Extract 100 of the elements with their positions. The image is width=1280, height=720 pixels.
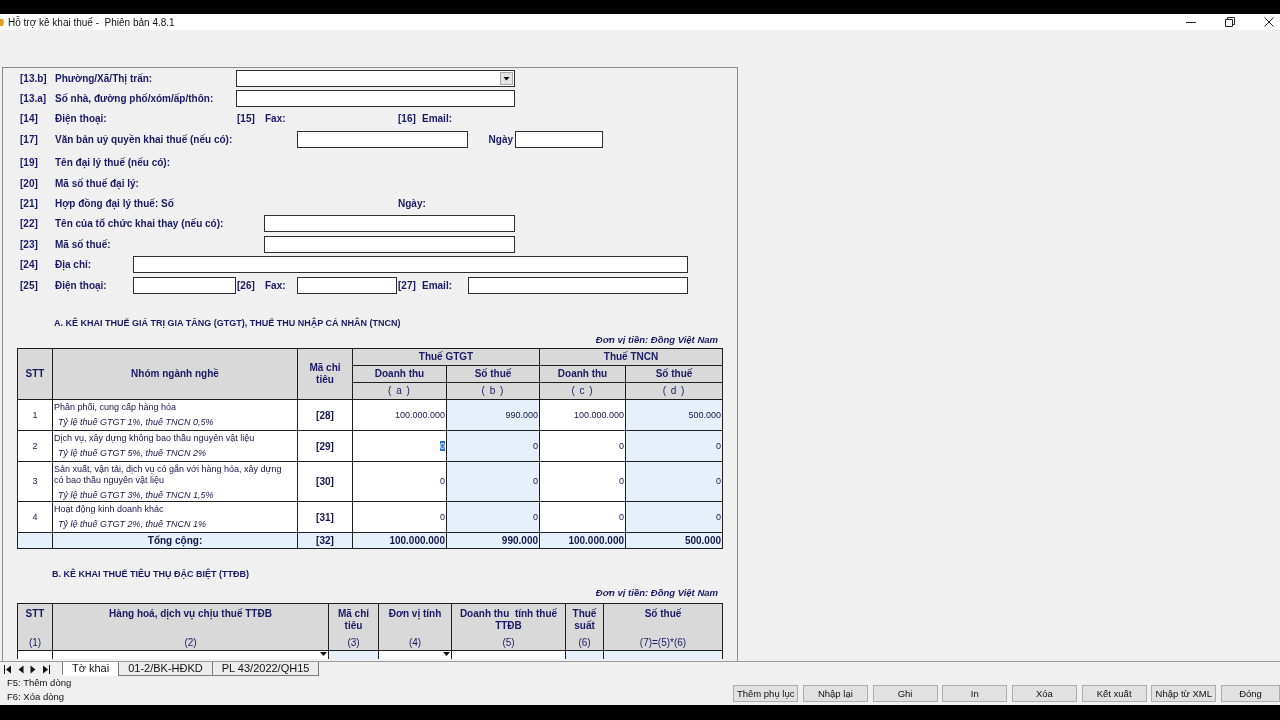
action-button[interactable]: Đóng [1221, 685, 1280, 702]
input-field[interactable] [515, 130, 603, 148]
table-cell[interactable] [17, 650, 53, 659]
sheet-tab[interactable]: Tờ khai [62, 662, 120, 676]
action-button[interactable]: Nhập lại [802, 685, 868, 702]
input-field[interactable] [468, 276, 688, 294]
header-label: Số thuế [644, 607, 682, 620]
field-label: Số nhà, đường phố/xóm/ấp/thôn: [54, 92, 214, 106]
field-number: [24] [19, 258, 38, 272]
currency-unit: Đơn vị tiền: Đồng Việt Nam [595, 334, 718, 347]
field-label: Văn bản uỷ quyền khai thuế (nếu có): [54, 132, 233, 146]
field-label: Địa chỉ: [54, 258, 92, 272]
app-icon [0, 18, 4, 26]
field-number: [23] [19, 237, 38, 251]
header-label: Doanh thu tính thuế TTĐB [458, 607, 559, 632]
column-header: Thuế TNCN [539, 348, 723, 366]
column-number: (4) [408, 636, 422, 649]
field-number: [22] [19, 217, 38, 231]
table-cell: 3 [17, 461, 53, 502]
input-field[interactable] [264, 215, 515, 233]
table-cell[interactable]: 990.000 [446, 399, 540, 431]
dropdown-field[interactable] [52, 650, 329, 659]
field-label: Điện thoại: [54, 278, 107, 292]
column-number: (2) [184, 636, 197, 649]
field-number: [13.b] [19, 71, 47, 85]
dropdown-field[interactable] [378, 650, 452, 659]
minimize-icon [1185, 21, 1196, 23]
activity-name: Hoạt động kinh doanh khác [54, 504, 164, 516]
activity-name: Dịch vụ, xây dựng không bao thầu nguyên vật liệu [54, 433, 255, 445]
table-cell[interactable] [603, 650, 723, 659]
shortcut-hint: F5: Thêm dòng [7, 676, 72, 690]
input-field[interactable] [133, 256, 688, 274]
tax-rate-note: Tỷ lệ thuế GTGT 5%, thuế TNCN 2% [58, 448, 207, 460]
section-title: B. KÊ KHAI THUẾ TIÊU THỤ ĐẶC BIỆT (TTĐB) [52, 567, 249, 582]
input-field[interactable] [133, 276, 236, 294]
previous-icon[interactable] [18, 664, 24, 674]
field-label: Mã số thuế: [54, 237, 111, 251]
table-cell[interactable]: 0 [539, 430, 626, 462]
header-label: Hàng hoá, dịch vụ chịu thuế TTĐB [109, 607, 272, 620]
next-icon[interactable] [30, 664, 36, 674]
field-label: Ngày [487, 132, 514, 146]
shortcut-hint: F6: Xóa dòng [7, 690, 66, 704]
table-cell[interactable]: 0 [446, 461, 540, 502]
table-cell[interactable]: 100.000.000 [352, 399, 447, 431]
table-cell[interactable]: 0 [625, 461, 723, 502]
header-label: STT [25, 607, 45, 620]
field-label: Email: [421, 112, 452, 126]
table-cell[interactable]: 0 [352, 430, 447, 462]
table-cell[interactable]: 0 [539, 461, 626, 502]
field-number: [14] [19, 112, 38, 126]
field-label: Fax: [264, 278, 286, 292]
action-button[interactable]: Xóa [1011, 685, 1077, 702]
action-button[interactable]: Thêm phụ lục [733, 685, 799, 702]
dropdown-field[interactable] [236, 69, 515, 87]
column-header: Mã chỉ tiêu [297, 348, 353, 400]
table-cell[interactable]: 500.000 [625, 399, 723, 431]
action-button[interactable]: Kết xuất [1081, 685, 1147, 702]
table-cell: [31] [297, 501, 353, 533]
activity-name: Phân phối, cung cấp hàng hóa [54, 402, 177, 414]
caret-icon[interactable] [500, 71, 513, 85]
table-cell[interactable] [451, 650, 566, 659]
input-field[interactable] [264, 235, 515, 253]
input-field[interactable] [297, 130, 468, 148]
field-label: Email: [421, 278, 452, 292]
table-cell[interactable]: 0 [446, 501, 540, 533]
table-cell[interactable]: 0 [539, 501, 626, 533]
sheet-tab[interactable]: 01-2/BK-HĐKD [118, 662, 213, 676]
table-cell: [30] [297, 461, 353, 502]
table-cell: 1 [17, 399, 53, 431]
input-field[interactable] [297, 276, 397, 294]
field-label: Fax: [264, 112, 286, 126]
field-number: [27] [397, 278, 416, 292]
table-cell: 2 [17, 430, 53, 462]
section-title: A. KÊ KHAI THUẾ GIÁ TRỊ GIA TĂNG (GTGT), THUẾ THU NHẬP CÁ NHÂN (TNCN) [54, 316, 401, 331]
skip-to-start-icon[interactable] [4, 664, 12, 674]
input-field[interactable] [236, 90, 515, 108]
action-button[interactable]: Nhập từ XML [1151, 685, 1217, 702]
action-button[interactable]: Ghi [872, 685, 938, 702]
field-number: [20] [19, 176, 38, 190]
skip-to-end-icon[interactable] [42, 664, 50, 674]
header-label: Thuế suất [571, 607, 598, 632]
field-label: Mã số thuế đại lý: [54, 176, 139, 190]
tax-rate-note: Tỷ lệ thuế GTGT 3%, thuế TNCN 1,5% [58, 490, 214, 501]
table-cell[interactable]: 0 [625, 430, 723, 462]
field-number: [25] [19, 278, 38, 292]
table-cell[interactable] [565, 650, 604, 659]
field-number: [19] [19, 156, 38, 170]
table-cell[interactable]: 0 [446, 430, 540, 462]
table-cell: 4 [17, 501, 53, 533]
field-label: Hợp đồng đại lý thuế: Số [54, 197, 174, 211]
table-cell[interactable]: 0 [352, 461, 447, 502]
action-button[interactable]: In [942, 685, 1008, 702]
table-cell[interactable]: 0 [352, 501, 447, 533]
sheet-tab[interactable]: PL 43/2022/QH15 [211, 662, 320, 676]
table-cell[interactable] [328, 650, 379, 659]
table-cell[interactable]: 0 [625, 501, 723, 533]
activity-name: Sản xuất, vận tải, dịch vụ có gắn với hàng hóa, xây dựng có bao thầu nguyên vật liệu [54, 464, 283, 487]
field-label: Tên của tổ chức khai thay (nếu có): [54, 217, 224, 231]
table-cell[interactable]: 100.000.000 [539, 399, 626, 431]
currency-unit: Đơn vị tiền: Đồng Việt Nam [595, 587, 718, 600]
